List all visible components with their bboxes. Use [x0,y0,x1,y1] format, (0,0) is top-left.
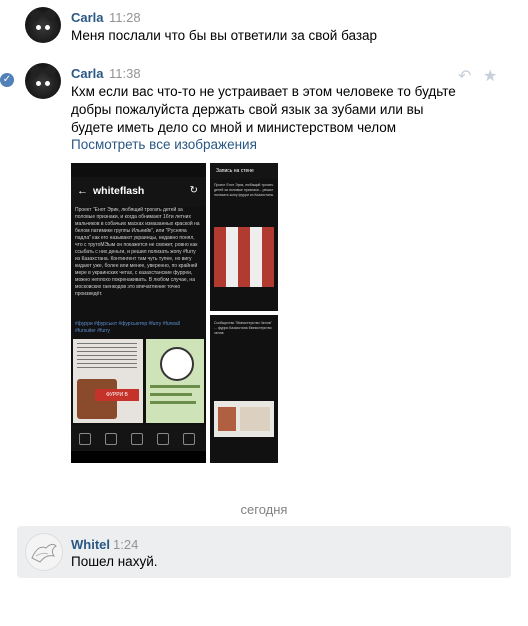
avatar-eye-left-icon [36,25,41,30]
message-time[interactable]: 1:24 [113,537,138,552]
avatar-eye-right-icon [45,25,50,30]
attachment-photo-top-right[interactable]: Запись на стене Проект Енот Эрик, любящи… [210,163,278,311]
avatar[interactable] [25,63,61,99]
avatar[interactable] [25,533,63,571]
back-arrow-icon: ← [77,185,88,197]
message-author[interactable]: Whitel [71,537,110,552]
services-tab-icon [105,433,117,445]
wall-post-text: Проект Енот Эрик, любящий трогать детей … [214,183,274,197]
message-author[interactable]: Carla [71,66,104,81]
group-post-text: Сообщество "Министерство Челов" ... фурр… [214,321,272,335]
message-time[interactable]: 11:28 [109,10,141,25]
message-text: Пошел нахуй. [71,554,158,569]
home-tab-icon [79,433,91,445]
system-nav-bar [71,451,206,463]
wolf-sketch-icon [31,543,57,563]
clips-tab-icon [157,433,169,445]
avatar-ear-left-icon [28,7,44,23]
avatar[interactable] [25,7,61,43]
video-tab-icon [183,433,195,445]
messenger-tab-icon [131,433,143,445]
inner-thumb-left: ФУРРИ В [73,339,143,423]
date-divider: сегодня [240,502,288,517]
post-body-text: Проект "Енот Эрик, любящий трогать детей… [75,207,200,297]
group-post-thumbnail [214,401,274,437]
message-text-line-1: Кхм если вас что-то не устраивает в этом… [71,84,456,99]
avatar-eye-right-icon [45,81,50,86]
avatar-ear-right-icon [42,63,58,79]
attachment-photo-main[interactable]: ← whiteflash ↻ Проект "Енот Эрик, любящи… [71,163,206,463]
reply-arrow-icon[interactable]: ↶ [458,66,471,86]
inner-thumb-right [146,339,204,423]
inner-thumb-banner: ФУРРИ В [95,389,139,401]
avatar-ear-right-icon [42,7,58,23]
post-header: ← whiteflash ↻ [71,177,206,207]
message-time[interactable]: 11:38 [109,66,141,81]
star-icon[interactable]: ★ [483,66,497,86]
status-bar [71,163,206,177]
message-text: Меня послали что бы вы ответили за свой … [71,28,378,43]
attachment-photo-bottom-right[interactable]: Сообщество "Министерство Челов" ... фурр… [210,315,278,463]
view-all-images-link[interactable]: Посмотреть все изображения [71,137,257,152]
avatar-eye-left-icon [36,81,41,86]
post-title: whiteflash [93,185,145,197]
refresh-icon: ↻ [189,185,198,196]
post-tags: #фурри #фурсьют #фурсьютер #furry #furwa… [75,321,180,334]
message-text-line-2: добры пожалуйста держать свой язык за зу… [71,102,424,117]
message-text-line-3: будете иметь дело со мной и министерство… [71,120,397,135]
checkmark-icon[interactable]: ✓ [0,73,14,87]
fursuit-photo [214,227,274,287]
avatar-ear-left-icon [28,63,44,79]
wall-post-header: Запись на стене [210,163,278,179]
message-author[interactable]: Carla [71,10,104,25]
